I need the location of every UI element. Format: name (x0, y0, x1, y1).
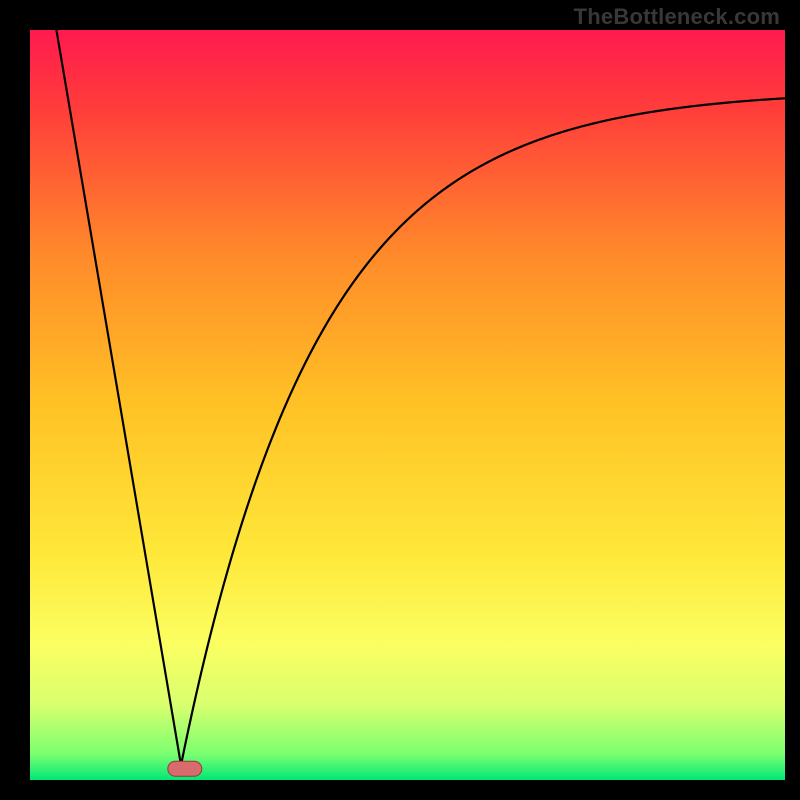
chart-frame: TheBottleneck.com (0, 0, 800, 800)
optimal-marker (168, 761, 202, 776)
bottleneck-chart (0, 0, 800, 800)
plot-background (30, 30, 785, 780)
